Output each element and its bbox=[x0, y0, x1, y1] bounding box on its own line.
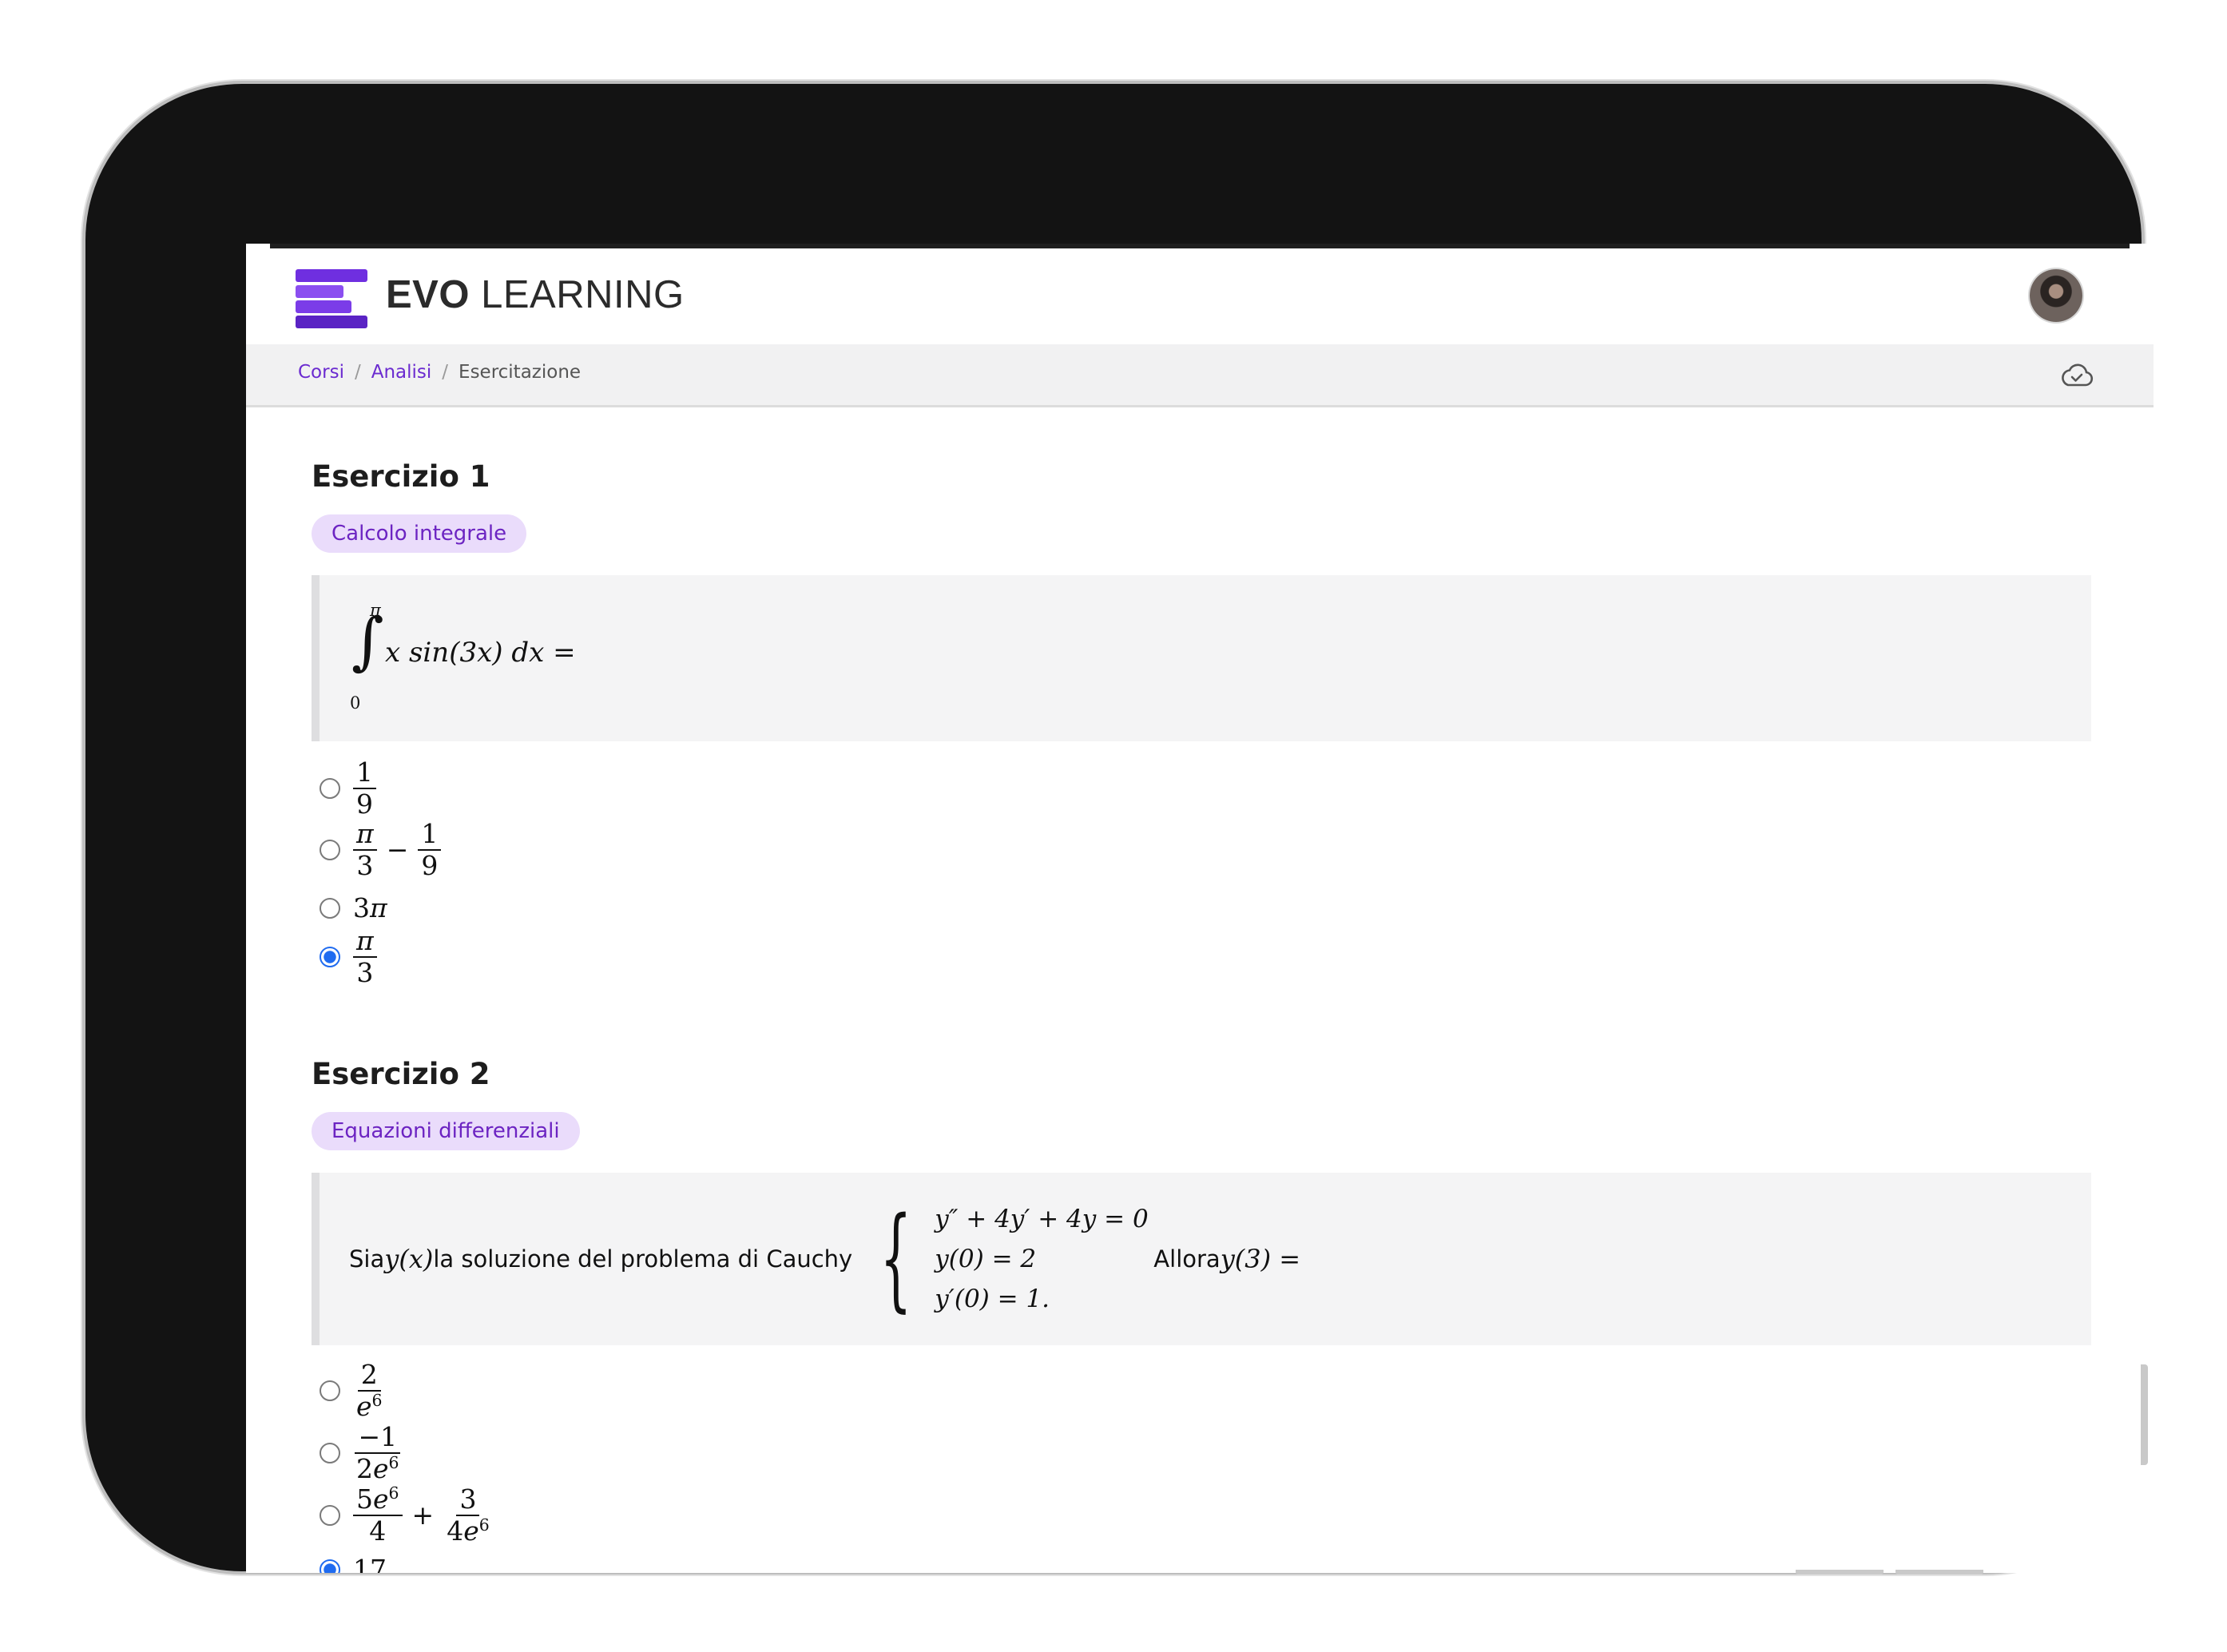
cloud-check-icon bbox=[2062, 363, 2094, 387]
exercise-1-option-4[interactable]: π3 bbox=[320, 926, 377, 988]
app-screen: EVO LEARNING Corsi / Analisi / Esercitazione… bbox=[246, 244, 2154, 1573]
breadcrumb-analisi[interactable]: Analisi bbox=[371, 362, 432, 383]
system-eq-1: y″ + 4y′ + 4y = 0 bbox=[935, 1205, 1149, 1233]
text-sia: Sia bbox=[349, 1245, 385, 1273]
integral-lower-limit: 0 bbox=[350, 693, 361, 713]
breadcrumb-esercitazione: Esercitazione bbox=[458, 362, 582, 383]
integral-upper-limit: π bbox=[370, 601, 381, 620]
radio-button[interactable] bbox=[320, 1380, 340, 1401]
breadcrumb-separator: / bbox=[442, 362, 449, 383]
option-math: π 3−1 9 bbox=[353, 819, 442, 881]
logo-icon bbox=[296, 269, 367, 328]
exercise-1-title: Esercizio 1 bbox=[312, 459, 490, 494]
exercise-2-option-1[interactable]: 2 e6 bbox=[320, 1360, 386, 1422]
option-math: 5e6 4 +3 4e6 bbox=[353, 1483, 493, 1547]
radio-button[interactable] bbox=[320, 777, 340, 799]
cauchy-statement: Sia y(x) la soluzione del problema di Ca… bbox=[349, 1173, 1300, 1345]
option-math: 17 bbox=[353, 1554, 387, 1573]
exercise-1-tag: Calcolo integrale bbox=[312, 514, 527, 553]
exercise-2-title: Esercizio 2 bbox=[312, 1057, 490, 1091]
breadcrumb-bar: Corsi / Analisi / Esercitazione bbox=[246, 344, 2154, 407]
option-math: 2 e6 bbox=[356, 1359, 383, 1422]
side-button bbox=[1796, 1570, 1884, 1575]
exercise-1-question: ∫ π 0 x sin(3x) dx = bbox=[312, 575, 2091, 741]
text-problem: la soluzione del problema di Cauchy bbox=[433, 1245, 853, 1273]
radio-button-selected[interactable] bbox=[320, 1559, 340, 1573]
exercise-1-option-1[interactable]: 19 bbox=[320, 757, 376, 820]
side-button bbox=[1896, 1570, 1983, 1575]
system-eq-3: y′(0) = 1. bbox=[935, 1285, 1050, 1313]
breadcrumb-separator: / bbox=[354, 362, 361, 383]
text-allora: Allora bbox=[1153, 1245, 1221, 1273]
exercise-1-option-3[interactable]: 3π bbox=[320, 892, 387, 923]
exercise-2-option-3[interactable]: 5e6 4 +3 4e6 bbox=[320, 1483, 493, 1547]
cauchy-system: y″ + 4y′ + 4y = 0 y(0) = 2 y′(0) = 1. bbox=[935, 1199, 1150, 1319]
exercise-2-tag: Equazioni differenziali bbox=[312, 1112, 580, 1150]
divider bbox=[270, 244, 2130, 248]
radio-button-selected[interactable] bbox=[320, 946, 340, 967]
option-math: 19 bbox=[353, 757, 376, 820]
tablet-frame: EVO LEARNING Corsi / Analisi / Esercitazione… bbox=[85, 84, 2154, 1573]
brand-bold: EVO bbox=[386, 273, 470, 316]
exercise-2-question: Sia y(x) la soluzione del problema di Ca… bbox=[312, 1173, 2091, 1345]
brand-light: LEARNING bbox=[469, 273, 685, 316]
option-math: −1 2e6 bbox=[355, 1421, 401, 1484]
system-brace: { bbox=[879, 1193, 912, 1324]
integrand: x sin(3x) dx = bbox=[385, 637, 576, 669]
app-header: EVO LEARNING bbox=[246, 244, 2154, 344]
radio-button[interactable] bbox=[320, 1504, 340, 1526]
avatar[interactable] bbox=[2030, 269, 2082, 322]
option-math: 3π bbox=[353, 892, 387, 923]
brand-name: EVO LEARNING bbox=[386, 272, 685, 317]
breadcrumb-corsi[interactable]: Corsi bbox=[298, 362, 344, 383]
system-eq-2: y(0) = 2 bbox=[935, 1245, 1037, 1273]
radio-button[interactable] bbox=[320, 1442, 340, 1463]
breadcrumb: Corsi / Analisi / Esercitazione bbox=[298, 362, 581, 383]
volume-button bbox=[2141, 1364, 2148, 1465]
radio-button[interactable] bbox=[320, 839, 340, 860]
exercise-2-option-2[interactable]: −1 2e6 bbox=[320, 1422, 403, 1484]
option-math: π3 bbox=[353, 926, 377, 988]
function-y: y(x) bbox=[384, 1244, 434, 1274]
exercise-2-option-4[interactable]: 17 bbox=[320, 1554, 387, 1573]
radio-button[interactable] bbox=[320, 897, 340, 919]
exercise-1-option-2[interactable]: π 3−1 9 bbox=[320, 819, 442, 881]
target-y3: y(3) = bbox=[1220, 1244, 1301, 1274]
